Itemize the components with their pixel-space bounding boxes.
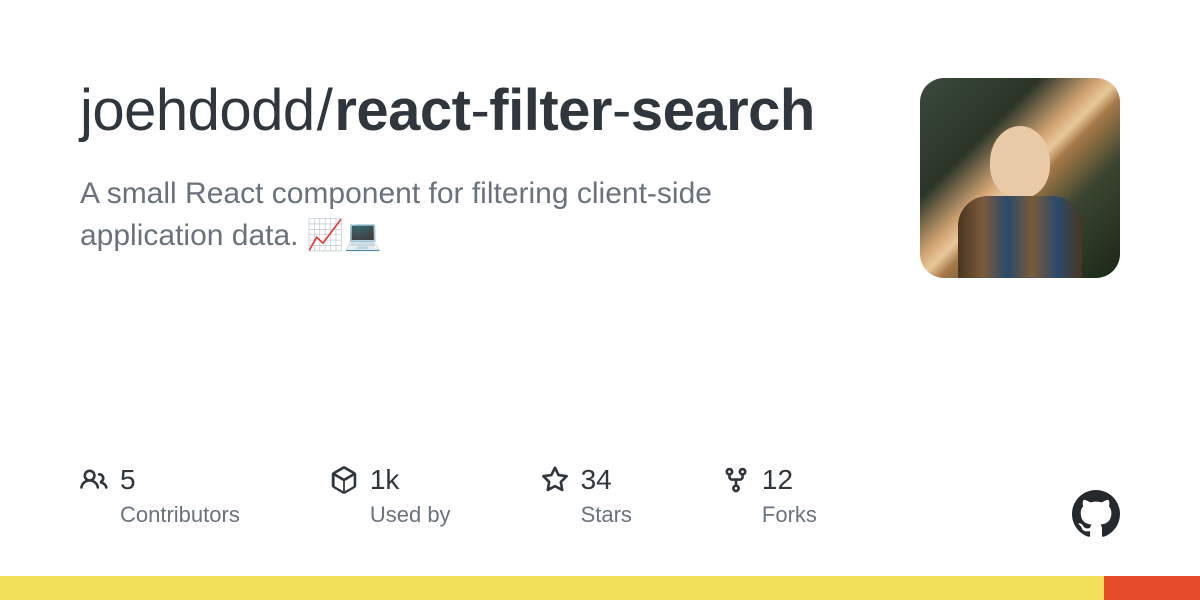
stat-stars[interactable]: 34 Stars [541, 464, 632, 528]
repo-name-part2[interactable]: filter [489, 78, 612, 143]
stats-row: 5 Contributors 1k Used by 34 Stars 12 Fo… [80, 464, 817, 528]
repo-name-sep1: - [470, 78, 489, 143]
language-bar [0, 576, 1200, 600]
avatar[interactable] [920, 78, 1120, 278]
star-icon [541, 466, 569, 494]
stat-usedby[interactable]: 1k Used by [330, 464, 451, 528]
stat-contributors-label: Contributors [120, 502, 240, 528]
stat-forks-value: 12 [762, 464, 793, 496]
stat-contributors[interactable]: 5 Contributors [80, 464, 240, 528]
package-icon [330, 466, 358, 494]
stat-forks-label: Forks [762, 502, 817, 528]
stat-usedby-value: 1k [370, 464, 400, 496]
repo-name-part3[interactable]: search [631, 78, 815, 143]
fork-icon [722, 466, 750, 494]
repo-name-part1[interactable]: react [334, 78, 470, 143]
stat-stars-label: Stars [581, 502, 632, 528]
repo-description: A small React component for filtering cl… [80, 173, 840, 257]
stat-usedby-label: Used by [370, 502, 451, 528]
people-icon [80, 466, 108, 494]
stat-forks[interactable]: 12 Forks [722, 464, 817, 528]
github-logo-icon[interactable] [1072, 490, 1120, 538]
repo-name-sep2: - [612, 78, 631, 143]
slash: / [317, 78, 333, 143]
stat-stars-value: 34 [581, 464, 612, 496]
repo-title: joehdodd/react-filter-search [80, 78, 880, 145]
repo-owner[interactable]: joehdodd [80, 78, 315, 143]
stat-contributors-value: 5 [120, 464, 136, 496]
